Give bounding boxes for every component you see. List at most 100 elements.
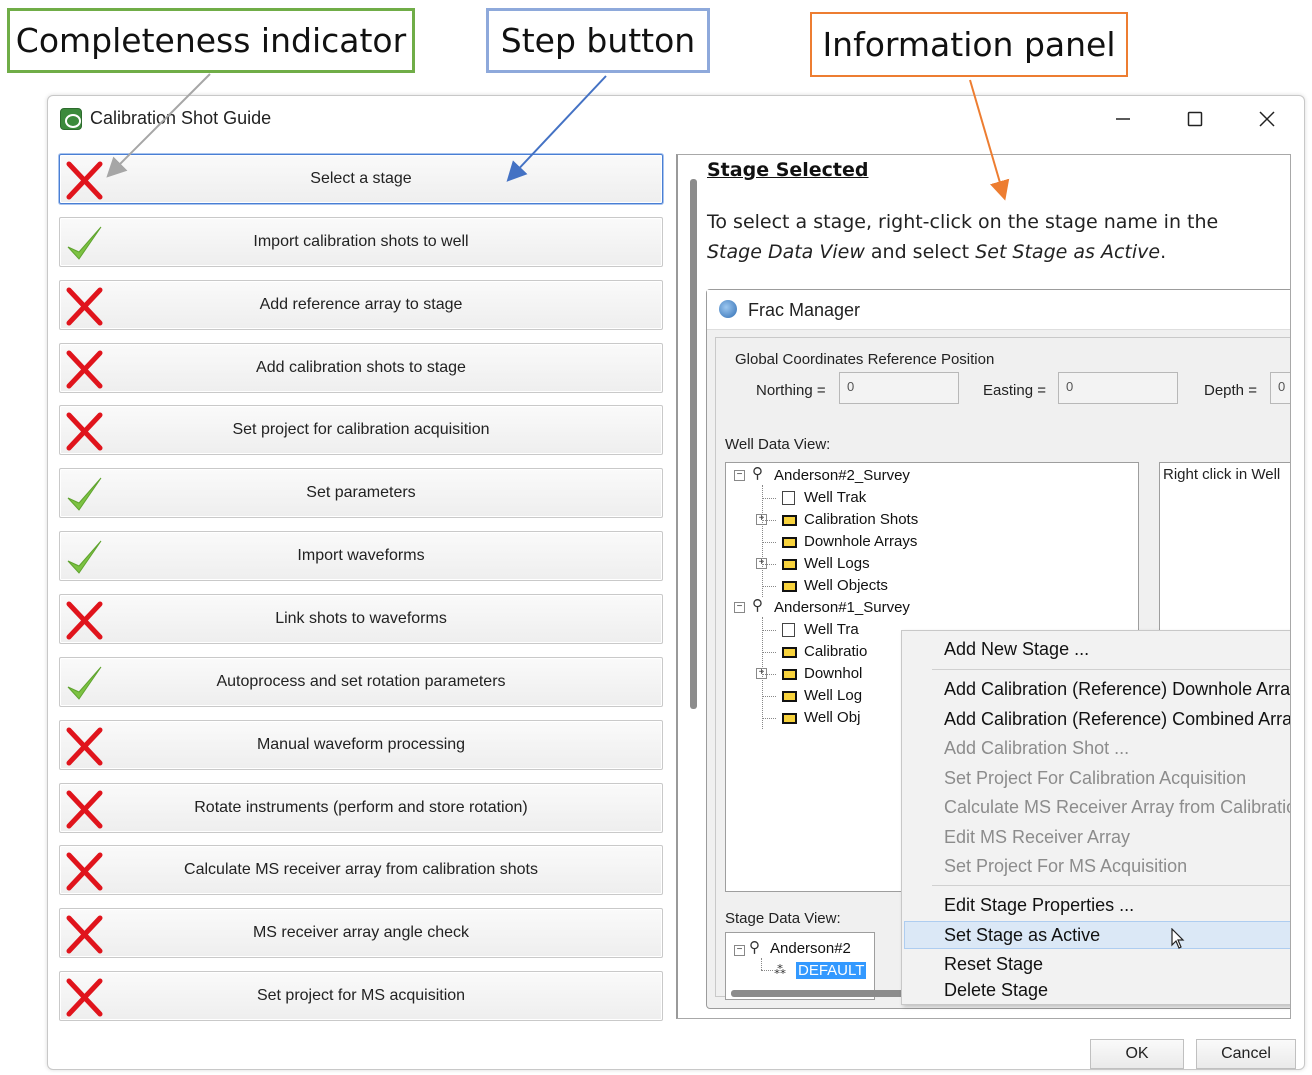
easting-label: Easting = [983, 382, 1046, 399]
step-label: Select a stage [310, 170, 412, 187]
stage-context-menu: Add New Stage ... Add Calibration (Refere… [901, 630, 1290, 1005]
step-label: Link shots to waveforms [275, 610, 447, 627]
tree-item[interactable]: Downhol [804, 665, 862, 682]
folder-icon [782, 713, 797, 724]
step-label: MS receiver array angle check [252, 924, 470, 941]
context-menu-item[interactable]: Edit MS Receiver Array [944, 827, 1130, 848]
info-panel-scrollbar[interactable] [690, 179, 697, 709]
tree-item[interactable]: Anderson#2_Survey [774, 467, 910, 484]
step-label: Autoprocess and set rotation parameters [216, 673, 506, 690]
step-label: Set parameters [306, 484, 416, 501]
collapse-icon[interactable]: − [734, 945, 745, 956]
ok-button[interactable]: OK [1090, 1039, 1184, 1069]
step-label: Calculate MS receiver array from calibra… [184, 861, 538, 878]
tree-item[interactable]: Well Objects [804, 577, 888, 594]
step-button[interactable]: Set project for calibration acquisition [59, 405, 663, 455]
frac-manager-title: Frac Manager [748, 300, 861, 320]
step-button[interactable]: Add reference array to stage [59, 280, 663, 330]
step-button[interactable]: MS receiver array angle check [59, 908, 663, 958]
maximize-button[interactable] [1175, 104, 1215, 134]
context-menu-item[interactable]: Set Stage as Active [944, 925, 1100, 946]
northing-field[interactable]: 0 [839, 372, 959, 404]
mouse-cursor-icon [1171, 928, 1185, 949]
step-button[interactable]: Select a stage [59, 154, 663, 204]
collapse-icon[interactable]: − [734, 470, 745, 481]
stage-data-view-label: Stage Data View: [725, 910, 841, 927]
step-button[interactable]: Manual waveform processing [59, 720, 663, 770]
minimize-icon [1116, 118, 1130, 120]
context-menu-item[interactable]: Reset Stage [944, 954, 1043, 975]
step-button[interactable]: Import calibration shots to well [59, 217, 663, 267]
context-menu-item[interactable]: Add Calibration (Reference) Downhole Arr… [944, 679, 1290, 700]
context-menu-item[interactable]: Add Calibration Shot ... [944, 738, 1129, 759]
frac-manager-screenshot: Frac Manager Global Coordinates Referenc… [706, 289, 1290, 1009]
depth-field[interactable]: 0 [1270, 372, 1290, 404]
tree-item[interactable]: Well Logs [804, 555, 870, 572]
step-button[interactable]: Calculate MS receiver array from calibra… [59, 845, 663, 895]
stage-tree-well[interactable]: Anderson#2 [770, 940, 851, 957]
context-menu-item[interactable]: Add New Stage ... [944, 639, 1089, 660]
step-button[interactable]: Set parameters [59, 468, 663, 518]
step-button-callout: Step button [486, 8, 710, 73]
step-label: Rotate instruments (perform and store ro… [194, 799, 528, 816]
well-data-view-label: Well Data View: [725, 436, 831, 453]
step-label: Set project for MS acquisition [256, 987, 466, 1004]
tree-item[interactable]: Well Tra [804, 621, 859, 638]
step-label: Set project for calibration acquisition [232, 421, 490, 438]
stage-tree-default[interactable]: DEFAULT [796, 962, 867, 979]
info-text: To select a stage, right-click on the st… [707, 211, 1219, 263]
step-button[interactable]: Rotate instruments (perform and store ro… [59, 783, 663, 833]
context-menu-item[interactable]: Calculate MS Receiver Array from Calibra… [944, 797, 1290, 818]
context-menu-item[interactable]: Set Project For Calibration Acquisition [944, 768, 1246, 789]
easting-field[interactable]: 0 [1058, 372, 1178, 404]
information-panel-callout: Information panel [810, 12, 1128, 77]
frac-manager-titlebar: Frac Manager [707, 290, 1290, 330]
document-icon [782, 491, 795, 505]
context-menu-item[interactable]: Edit Stage Properties ... [944, 895, 1134, 916]
step-button[interactable]: Import waveforms [59, 531, 663, 581]
step-label: Add calibration shots to stage [256, 359, 466, 376]
title-bar: Calibration Shot Guide [48, 96, 1304, 142]
tree-item[interactable]: Calibratio [804, 643, 867, 660]
global-coords-group-label: Global Coordinates Reference Position [735, 351, 995, 368]
close-icon [1259, 111, 1275, 127]
folder-icon [782, 515, 797, 526]
rig-icon: ⚲ [752, 465, 763, 482]
well-info-box: Right click in Well [1159, 462, 1290, 632]
folder-icon [782, 647, 797, 658]
document-icon [782, 623, 795, 637]
close-button[interactable] [1247, 104, 1287, 134]
context-menu-item[interactable]: Set Project For MS Acquisition [944, 856, 1187, 877]
step-button[interactable]: Add calibration shots to stage [59, 343, 663, 393]
step-label: Add reference array to stage [259, 296, 463, 313]
northing-label: Northing = [756, 382, 826, 399]
tree-item[interactable]: Well Log [804, 687, 862, 704]
tree-item[interactable]: Well Trak [804, 489, 866, 506]
step-button[interactable]: Set project for MS acquisition [59, 971, 663, 1021]
frac-manager-icon [719, 300, 737, 318]
minimize-button[interactable] [1103, 104, 1143, 134]
rig-icon: ⚲ [752, 597, 763, 614]
tree-item[interactable]: Well Obj [804, 709, 860, 726]
tree-item[interactable]: Anderson#1_Survey [774, 599, 910, 616]
completeness-indicator-callout: Completeness indicator [7, 8, 415, 73]
folder-icon [782, 537, 797, 548]
context-menu-item[interactable]: Delete Stage [944, 980, 1048, 1001]
tree-item[interactable]: Calibration Shots [804, 511, 918, 528]
window-title: Calibration Shot Guide [90, 108, 272, 128]
step-label: Import calibration shots to well [253, 233, 469, 250]
stage-icon: ⁂ [774, 963, 786, 977]
folder-icon [782, 669, 797, 680]
info-heading: Stage Selected [707, 159, 869, 181]
well-info-text: Right click in Well [1163, 466, 1281, 483]
collapse-icon[interactable]: − [734, 602, 745, 613]
step-label: Import waveforms [297, 547, 425, 564]
context-menu-item[interactable]: Add Calibration (Reference) Combined Arr… [944, 709, 1290, 730]
cancel-button[interactable]: Cancel [1196, 1039, 1296, 1069]
step-button[interactable]: Link shots to waveforms [59, 594, 663, 644]
step-label: Manual waveform processing [256, 736, 466, 753]
depth-label: Depth = [1204, 382, 1257, 399]
information-panel: Stage Selected To select a stage, right-… [676, 154, 1291, 1019]
tree-item[interactable]: Downhole Arrays [804, 533, 917, 550]
step-button[interactable]: Autoprocess and set rotation parameters [59, 657, 663, 707]
